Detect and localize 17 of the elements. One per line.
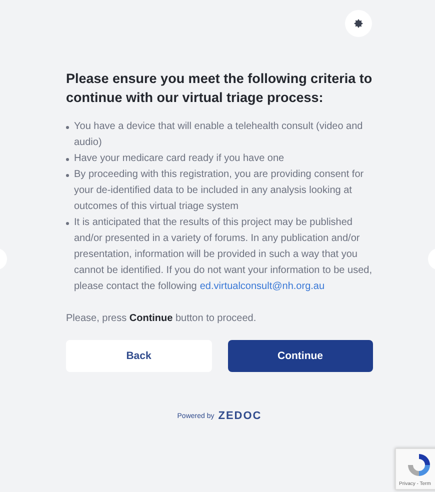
settings-icon bbox=[353, 18, 364, 29]
criteria-item: It is anticipated that the results of this project may be published and/or presented in a variety of forums. In any publication and/or presentation, information will be provided in such a way that you cannot be identified. If you do not want your information to be used, please contact the following ed.virtualconsult@nh.org.au bbox=[74, 216, 373, 294]
heading: Please ensure you meet the following criteria to continue with our virtual triage process: bbox=[66, 70, 373, 107]
bullet-icon bbox=[66, 222, 69, 225]
brand-logo: ZEDOC bbox=[218, 410, 262, 422]
bullet-icon bbox=[66, 126, 69, 129]
recaptcha-icon bbox=[406, 452, 432, 478]
email-link[interactable]: ed.virtualconsult@nh.org.au bbox=[200, 281, 325, 292]
continue-button[interactable]: Continue bbox=[228, 340, 373, 372]
criteria-item: Have your medicare card ready if you have one bbox=[74, 152, 284, 166]
settings-button[interactable] bbox=[345, 10, 372, 37]
criteria-item: You have a device that will enable a telehealth consult (video and audio) bbox=[74, 120, 364, 150]
instruction-text: Please, press Continue button to proceed. bbox=[66, 313, 258, 324]
back-button[interactable]: Back bbox=[66, 340, 212, 372]
bullet-icon bbox=[66, 158, 69, 161]
bullet-icon bbox=[66, 174, 69, 177]
criteria-item: By proceeding with this registration, you are providing consent for your de-identified data to be included in any analysis looking at outcomes of this virtual triage system bbox=[74, 168, 365, 214]
